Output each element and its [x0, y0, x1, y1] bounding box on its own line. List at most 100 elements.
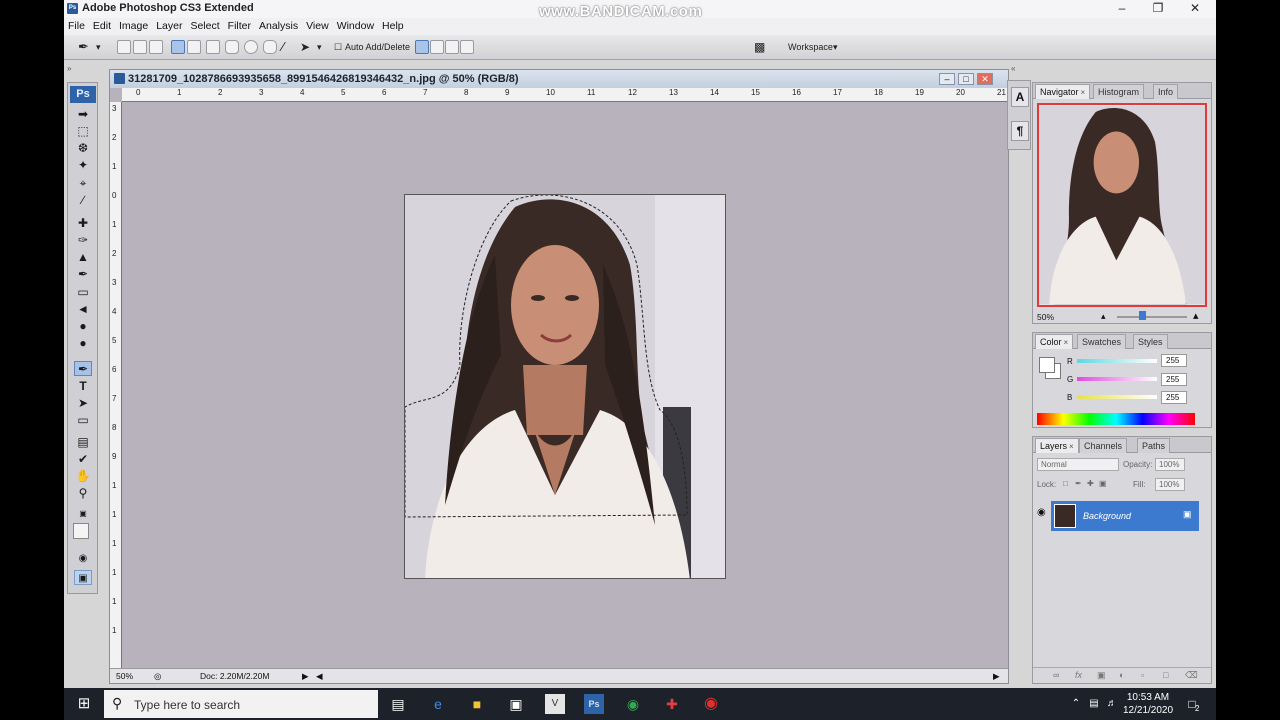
- path-selection-icon[interactable]: ➤: [74, 396, 92, 411]
- zoom-tool-icon[interactable]: ⚲: [74, 486, 92, 501]
- color-ramp[interactable]: [1037, 413, 1195, 425]
- menu-select[interactable]: Select: [186, 18, 223, 32]
- canvas-area[interactable]: [123, 103, 1008, 668]
- zoom-in-icon[interactable]: ▴: [1193, 309, 1199, 322]
- doc-close-button[interactable]: ✕: [977, 73, 993, 85]
- eyedropper-icon[interactable]: ✔: [74, 452, 92, 467]
- navigator-zoom-field[interactable]: 50%: [1037, 312, 1054, 322]
- tab-close-icon[interactable]: ×: [1064, 338, 1069, 347]
- r-value[interactable]: 255: [1161, 354, 1187, 367]
- zoom-out-icon[interactable]: ▴: [1101, 311, 1106, 322]
- dodge-tool-icon[interactable]: ●: [74, 336, 92, 351]
- red-app-icon[interactable]: ✚: [662, 694, 682, 714]
- task-view-icon[interactable]: ▤: [388, 694, 408, 714]
- fill-pixels-button[interactable]: [149, 40, 163, 54]
- chrome-icon[interactable]: ◉: [623, 694, 643, 714]
- new-layer-icon[interactable]: □: [1163, 670, 1168, 680]
- tab-close-icon[interactable]: ×: [1069, 442, 1074, 451]
- volume-icon[interactable]: ♬: [1102, 694, 1122, 714]
- tab-color[interactable]: Color ×: [1035, 334, 1074, 349]
- shape-dropdown-icon[interactable]: ▾: [317, 40, 322, 54]
- bridge-icon[interactable]: ▩: [754, 40, 765, 54]
- toolbox-collapse-icon[interactable]: »: [67, 64, 71, 73]
- paragraph-panel-icon[interactable]: ¶: [1011, 121, 1029, 141]
- tray-chevron-icon[interactable]: ⌃: [1066, 694, 1086, 714]
- layer-style-icon[interactable]: fx: [1075, 670, 1082, 680]
- b-slider[interactable]: [1077, 395, 1157, 399]
- navigator-thumbnail[interactable]: [1037, 103, 1207, 307]
- minimize-button[interactable]: –: [1104, 0, 1140, 18]
- polygon-shape-button[interactable]: [263, 40, 277, 54]
- screen-mode-icon[interactable]: ▣: [74, 570, 92, 585]
- eraser-tool-icon[interactable]: ▭: [74, 285, 92, 300]
- foreground-color-swatch[interactable]: [73, 523, 89, 539]
- path-add-button[interactable]: [415, 40, 429, 54]
- path-exclude-button[interactable]: [460, 40, 474, 54]
- rounded-rect-shape-button[interactable]: [225, 40, 239, 54]
- color-fg-swatch[interactable]: [1039, 357, 1055, 373]
- maximize-button[interactable]: ❐: [1140, 0, 1176, 18]
- history-brush-icon[interactable]: ✒: [74, 267, 92, 282]
- path-intersect-button[interactable]: [445, 40, 459, 54]
- zoom-slider[interactable]: [1117, 316, 1187, 318]
- tab-layers[interactable]: Layers ×: [1035, 438, 1079, 453]
- lasso-tool-icon[interactable]: ❆: [74, 141, 92, 156]
- doc-minimize-button[interactable]: –: [939, 73, 955, 85]
- zoom-slider-handle[interactable]: [1139, 311, 1146, 320]
- tab-swatches[interactable]: Swatches: [1077, 334, 1127, 349]
- default-colors-icon[interactable]: ▣: [74, 506, 92, 521]
- tab-histogram[interactable]: Histogram: [1093, 84, 1145, 99]
- path-subtract-button[interactable]: [430, 40, 444, 54]
- fill-field[interactable]: 100%: [1155, 478, 1185, 491]
- healing-brush-icon[interactable]: ✚: [74, 216, 92, 231]
- type-tool-icon[interactable]: T: [74, 379, 92, 394]
- workspace-dropdown[interactable]: Workspace: [788, 40, 833, 54]
- hscroll-right-icon[interactable]: ▶: [993, 671, 1000, 682]
- opacity-field[interactable]: 100%: [1155, 458, 1185, 471]
- status-info-icon[interactable]: ◎: [154, 671, 161, 682]
- blend-mode-select[interactable]: Normal: [1037, 458, 1119, 471]
- delete-layer-icon[interactable]: ⌫: [1185, 670, 1198, 681]
- g-slider[interactable]: [1077, 377, 1157, 381]
- taskbar-search-box[interactable]: ⚲ Type here to search: [104, 690, 378, 718]
- dock-collapse-icon[interactable]: «: [1011, 64, 1015, 73]
- quick-mask-icon[interactable]: ◉: [74, 551, 92, 566]
- marquee-tool-icon[interactable]: ⬚: [74, 124, 92, 139]
- taskbar-clock[interactable]: 10:53 AM 12/21/2020: [1123, 691, 1173, 717]
- windows-start-icon[interactable]: ⊞: [74, 694, 94, 714]
- menu-window[interactable]: Window: [333, 18, 378, 32]
- paint-bucket-icon[interactable]: ◄: [74, 302, 92, 317]
- vnc-app-icon[interactable]: V: [545, 694, 565, 714]
- notes-tool-icon[interactable]: ▤: [74, 435, 92, 450]
- custom-shape-icon[interactable]: ➤: [300, 40, 310, 54]
- menu-filter[interactable]: Filter: [224, 18, 255, 32]
- workspace-chevron-icon[interactable]: ▾: [833, 40, 838, 54]
- move-tool-icon[interactable]: ➡: [74, 107, 92, 122]
- ellipse-shape-button[interactable]: [244, 40, 258, 54]
- blur-tool-icon[interactable]: ●: [74, 319, 92, 334]
- r-slider[interactable]: [1077, 359, 1157, 363]
- rectangle-shape-button[interactable]: [206, 40, 220, 54]
- doc-maximize-button[interactable]: □: [958, 73, 974, 85]
- preset-dropdown-icon[interactable]: ▾: [96, 40, 101, 54]
- link-layers-icon[interactable]: ∞: [1053, 670, 1059, 680]
- shape-tool-icon[interactable]: ▭: [74, 413, 92, 428]
- lock-transparent-icon[interactable]: □: [1063, 479, 1068, 488]
- menu-help[interactable]: Help: [378, 18, 408, 32]
- file-explorer-icon[interactable]: ■: [467, 694, 487, 714]
- document-image[interactable]: [404, 194, 726, 579]
- new-group-icon[interactable]: ▫: [1141, 670, 1144, 680]
- magic-wand-icon[interactable]: ✦: [74, 158, 92, 173]
- brush-tool-icon[interactable]: ✑: [74, 233, 92, 248]
- tab-styles[interactable]: Styles: [1133, 334, 1168, 349]
- close-button[interactable]: ✕: [1177, 0, 1213, 18]
- zoom-level-field[interactable]: 50%: [116, 671, 133, 681]
- layer-mask-icon[interactable]: ▣: [1097, 670, 1106, 681]
- character-panel-icon[interactable]: A: [1011, 87, 1029, 107]
- crop-tool-icon[interactable]: ⌖: [74, 176, 92, 191]
- pen-tool-preset-icon[interactable]: ✒: [78, 40, 89, 54]
- tab-close-icon[interactable]: ×: [1081, 88, 1086, 97]
- pen-tool-icon[interactable]: ✒: [74, 361, 92, 376]
- hscroll-left-icon[interactable]: ◀: [316, 671, 323, 682]
- shape-layers-button[interactable]: [117, 40, 131, 54]
